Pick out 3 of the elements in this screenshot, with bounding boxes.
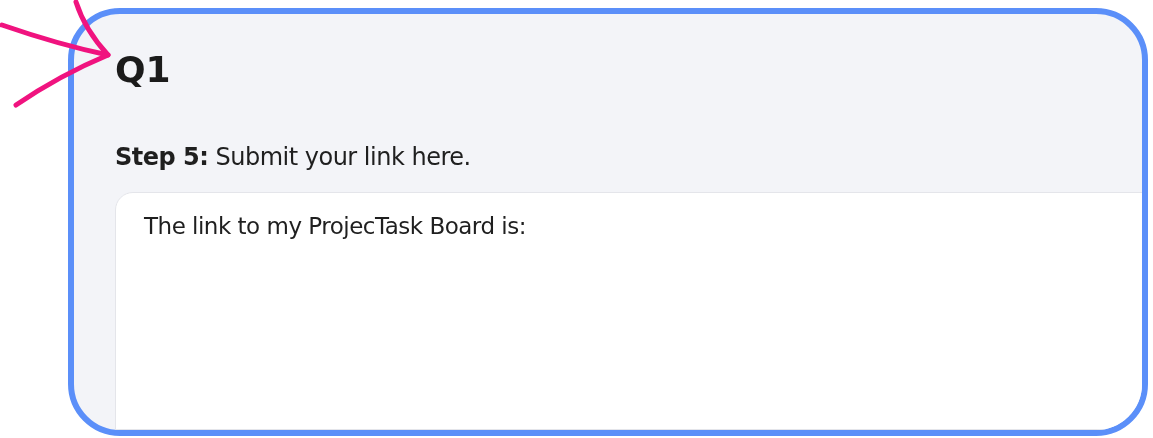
question-title: Q1: [115, 48, 172, 92]
answer-box[interactable]: The link to my ProjecTask Board is:: [115, 192, 1142, 430]
question-prompt: Step 5: Submit your link here.: [115, 143, 472, 172]
